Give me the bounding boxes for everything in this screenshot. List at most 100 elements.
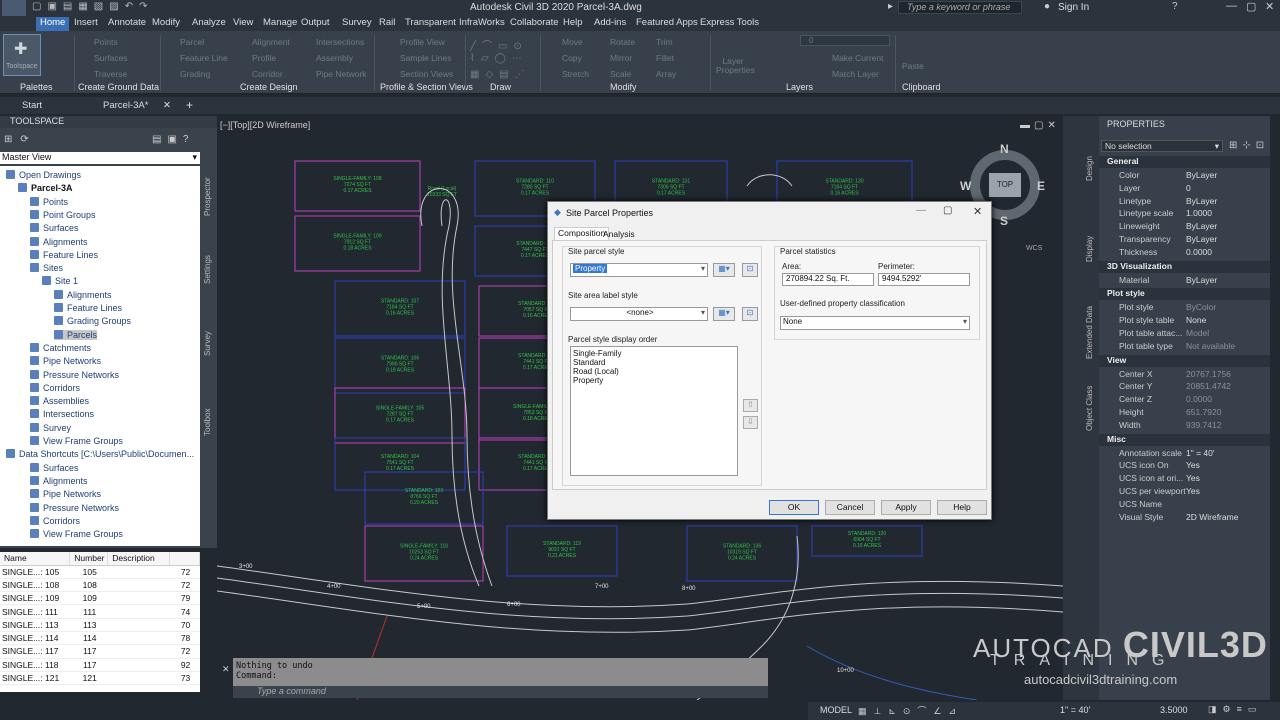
panel-draw[interactable]: Draw	[490, 82, 511, 92]
tree-item[interactable]: Catchments	[30, 342, 91, 353]
minimize-icon[interactable]: —	[1226, 0, 1237, 12]
property-section[interactable]: View	[1099, 354, 1270, 367]
tab-infraworks[interactable]: InfraWorks	[455, 17, 509, 31]
tab-display[interactable]: Display	[1085, 236, 1094, 316]
profile-button[interactable]: Profile	[252, 53, 276, 63]
property-row[interactable]: Color ByLayer	[1099, 170, 1270, 183]
list-item[interactable]: Standard	[573, 358, 735, 367]
panel-layers[interactable]: Layers	[786, 82, 813, 92]
column-header[interactable]: Number	[69, 552, 109, 566]
tab-modify[interactable]: Modify	[148, 17, 184, 31]
layer-properties-button[interactable]: Layer Properties	[716, 57, 755, 75]
feature-line-button[interactable]: Feature Line	[180, 53, 228, 63]
new-tab-icon[interactable]: +	[186, 98, 193, 112]
annotation-scale[interactable]: 1" = 40'	[1060, 705, 1090, 715]
property-row[interactable]: Plot table type Not available	[1099, 341, 1270, 354]
selection-select[interactable]: No selection ▾	[1101, 140, 1223, 152]
panel-modify[interactable]: Modify	[610, 82, 637, 92]
table-row[interactable]: SINGLE...: 121 121 73	[0, 671, 200, 686]
move-button[interactable]: Move	[562, 37, 583, 47]
apply-button[interactable]: Apply	[881, 500, 931, 515]
tab-start[interactable]: Start	[22, 100, 42, 111]
tab-help[interactable]: Help	[559, 17, 587, 31]
tree-item[interactable]: Assemblies	[30, 396, 89, 406]
user-icon[interactable]: ●	[1044, 1, 1050, 12]
tab-collaborate[interactable]: Collaborate	[506, 17, 563, 31]
draw-tools-2[interactable]: ⌇▱◯⋯	[470, 53, 528, 64]
tab-analyze[interactable]: Analyze	[188, 17, 230, 31]
tab-annotate[interactable]: Annotate	[104, 17, 150, 31]
tree-item[interactable]: Surfaces	[30, 462, 79, 473]
command-input[interactable]: Type a command	[233, 686, 768, 698]
list-item[interactable]: Property	[573, 376, 735, 385]
display-order-list[interactable]: Single-Family Standard Road (Local) Propert…	[570, 346, 738, 476]
tab-output[interactable]: Output	[297, 17, 334, 31]
close-icon[interactable]: ✕	[1265, 0, 1274, 13]
table-row[interactable]: SINGLE...: 109 109 79	[0, 591, 200, 606]
close-icon[interactable]: ✕	[973, 205, 982, 218]
viewport-window-icons[interactable]: ▬▢✕	[1020, 120, 1060, 131]
property-row[interactable]: UCS icon On Yes	[1099, 460, 1270, 473]
maximize-icon[interactable]: ▢	[943, 205, 952, 216]
draw-tools-3[interactable]: ▦◇▤⋰	[470, 69, 531, 80]
minimize-icon[interactable]: —	[916, 205, 926, 216]
sign-in-button[interactable]: Sign In	[1058, 2, 1089, 13]
property-row[interactable]: Annotation scale 1" = 40'	[1099, 448, 1270, 461]
wcs-menu[interactable]: WCS	[1026, 245, 1042, 252]
status-toggles[interactable]: ▦⊥⊾⊙⌒∠⊿	[858, 704, 963, 717]
sample-lines-button[interactable]: Sample Lines	[400, 53, 452, 63]
tab-transparent[interactable]: Transparent	[401, 17, 460, 31]
property-row[interactable]: Linetype ByLayer	[1099, 196, 1270, 209]
column-header[interactable]	[169, 552, 200, 566]
tab-rail[interactable]: Rail	[375, 17, 399, 31]
table-row[interactable]: SINGLE...: 114 114 78	[0, 631, 200, 646]
tree-item[interactable]: Parcel-3A	[18, 183, 73, 193]
tab-survey[interactable]: Survey	[203, 316, 215, 356]
tree-item[interactable]: Feature Lines	[30, 249, 98, 260]
tree-item[interactable]: Parcels	[54, 329, 98, 340]
tree-item[interactable]: View Frame Groups	[30, 529, 123, 539]
tab-survey[interactable]: Survey	[338, 17, 376, 31]
tree-item[interactable]: Data Shortcuts [C:\Users\Public\Documen.…	[6, 449, 194, 459]
points-button[interactable]: Points	[94, 37, 118, 47]
tree-item[interactable]: Pressure Networks	[30, 502, 119, 513]
corridor-button[interactable]: Corridor	[252, 69, 283, 79]
site-parcel-style-select[interactable]: Property ▾	[570, 263, 708, 277]
status-tools[interactable]: ◨⚙≡▭	[1208, 704, 1262, 715]
tree-item[interactable]: Points	[30, 196, 68, 207]
property-section[interactable]: Plot style	[1099, 288, 1270, 301]
close-tab-icon[interactable]: ✕	[163, 100, 171, 111]
pick-label-style-icon[interactable]: ⊡	[742, 307, 758, 321]
trim-button[interactable]: Trim	[656, 37, 673, 47]
list-item[interactable]: Road (Local)	[573, 367, 735, 376]
table-row[interactable]: SINGLE...: 113 113 70	[0, 618, 200, 632]
tab-view[interactable]: View	[229, 17, 257, 31]
property-row[interactable]: Linetype scale 1.0000	[1099, 208, 1270, 221]
layer-dropdown[interactable]: 0	[800, 35, 890, 46]
table-row[interactable]: SINGLE...: 118 117 92	[0, 658, 200, 672]
assembly-button[interactable]: Assembly	[316, 53, 353, 63]
area-field[interactable]: 270894.22 Sq. Ft.	[782, 273, 874, 286]
property-section[interactable]: 3D Visualization	[1099, 260, 1270, 273]
search-input[interactable]: Type a keyword or phrase	[898, 1, 1022, 14]
master-view-select[interactable]: Master View ▾	[0, 152, 200, 164]
intersections-button[interactable]: Intersections	[316, 37, 364, 47]
maximize-icon[interactable]: ▢	[1246, 0, 1256, 13]
panel-clipboard[interactable]: Clipboard	[902, 82, 941, 92]
tree-item[interactable]: Sites	[30, 263, 63, 273]
tree-item[interactable]: Corridors	[30, 515, 80, 526]
parcel-button[interactable]: Parcel	[180, 37, 204, 47]
tab-extended-data[interactable]: Extended Data	[1085, 306, 1094, 386]
tree-item[interactable]: Pipe Networks	[30, 489, 101, 499]
tree-item[interactable]: Surfaces	[30, 223, 79, 233]
tab-insert[interactable]: Insert	[70, 17, 102, 31]
model-space-button[interactable]: MODEL	[820, 705, 852, 715]
search-icon[interactable]: ▸	[888, 1, 893, 12]
panel-create-design[interactable]: Create Design	[240, 82, 298, 92]
tree-item[interactable]: View Frame Groups	[30, 436, 123, 446]
column-header[interactable]: Name	[0, 552, 71, 566]
toolspace-toolbar-icons[interactable]: ⊞⟳	[4, 134, 37, 145]
toolspace-button[interactable]: ✚ Toolspace	[3, 34, 41, 76]
pick-style-icon[interactable]: ⊡	[742, 263, 758, 277]
property-row[interactable]: UCS Name	[1099, 499, 1270, 512]
